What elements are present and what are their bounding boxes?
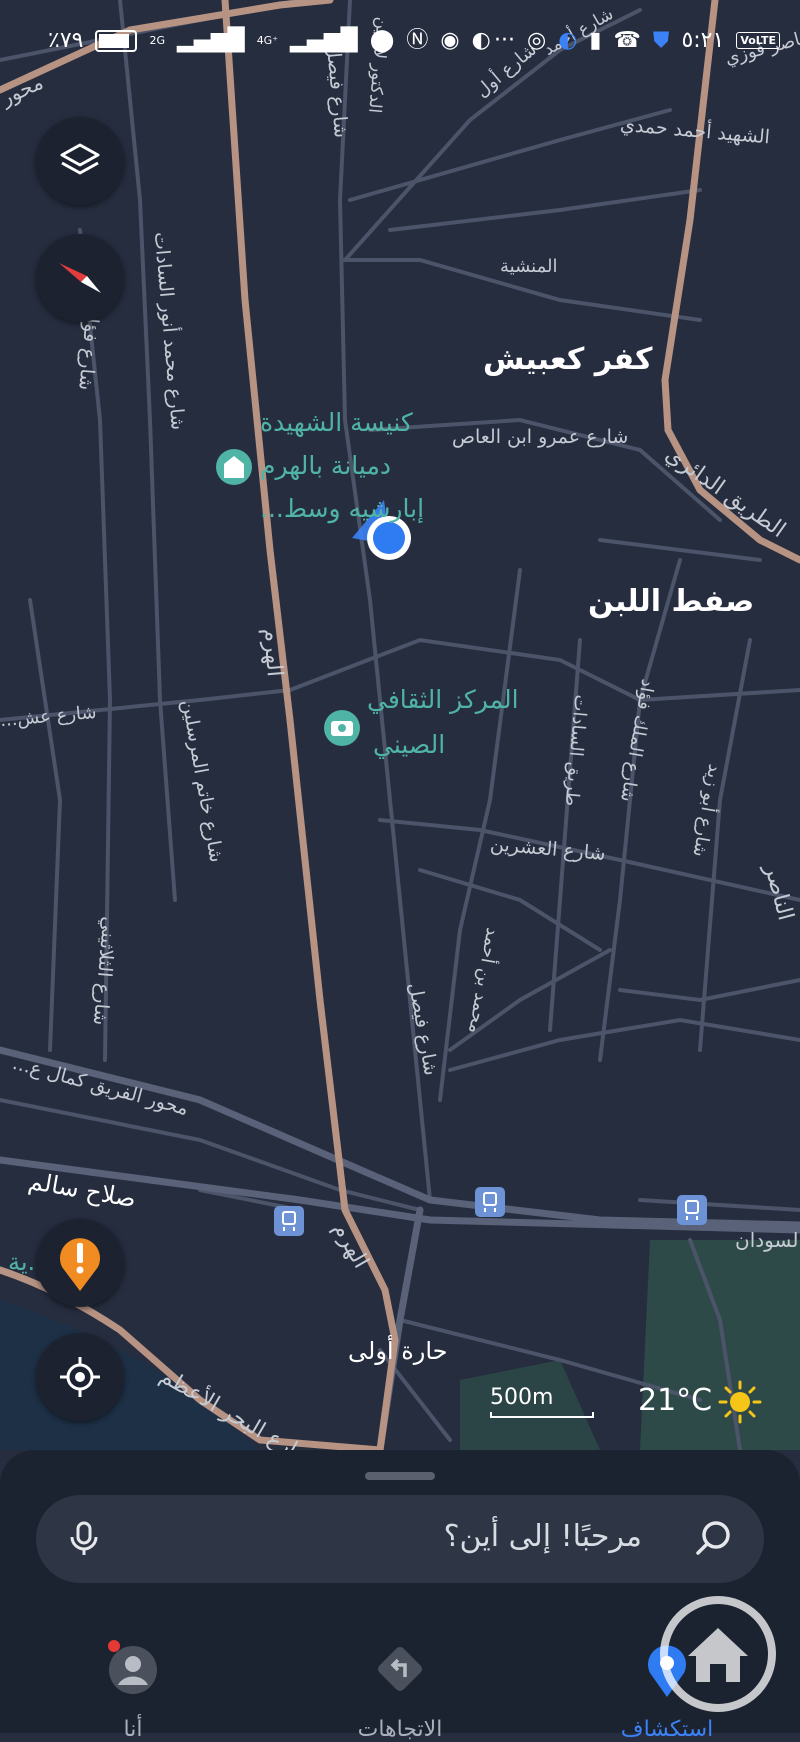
poi-label[interactable]: دميانة بالهرم xyxy=(260,451,391,480)
profile-icon xyxy=(109,1646,157,1694)
directions-icon xyxy=(378,1647,422,1691)
sun-icon xyxy=(718,1380,762,1424)
instagram-icon: ◎ xyxy=(527,27,547,53)
layers-icon xyxy=(60,143,100,175)
compass-button[interactable] xyxy=(36,234,124,322)
place-label: حارة أولى xyxy=(348,1337,448,1365)
report-button[interactable] xyxy=(36,1219,124,1307)
signal-2g-label: 2G xyxy=(149,34,165,47)
notification-dot xyxy=(108,1640,120,1652)
place-label: صفط اللبن xyxy=(588,584,755,619)
search-icon[interactable] xyxy=(692,1517,736,1561)
street-label: شارع عمرو ابن العاص xyxy=(452,426,629,448)
camera-poi-icon[interactable] xyxy=(324,710,360,746)
shield-icon: ⛊ xyxy=(652,27,670,53)
more-notifications-icon: ··· xyxy=(494,28,515,53)
nav-directions-label: الاتجاهات xyxy=(357,1717,443,1742)
volte-icon: VoLTE xyxy=(736,32,780,49)
train-station-icon[interactable] xyxy=(677,1195,707,1225)
poi-label[interactable]: الصيني xyxy=(373,730,445,759)
my-location-button[interactable] xyxy=(36,1333,124,1421)
battery-percent: ٪٧٩ xyxy=(48,28,84,53)
search-placeholder: مرحبًا! إلى أين؟ xyxy=(443,1519,642,1554)
church-poi-icon[interactable] xyxy=(216,449,252,485)
search-bar[interactable]: مرحبًا! إلى أين؟ xyxy=(36,1495,764,1583)
signal-icon: ▂▄▆█ xyxy=(290,27,358,53)
signal-4g-label: 4G⁺ xyxy=(256,34,279,47)
data-saver-icon: ◐ xyxy=(471,27,491,53)
clock: ٥:٢١ xyxy=(681,28,725,53)
sheet-drag-handle[interactable] xyxy=(365,1472,435,1480)
call-icon: ☎ xyxy=(613,27,641,53)
signal-icon: ▂▄▆█ xyxy=(177,27,245,53)
place-label: المنشية xyxy=(500,256,558,277)
poi-label[interactable]: كنيسة الشهيدة xyxy=(260,408,413,437)
nfc-icon: Ⓝ xyxy=(406,27,429,53)
street-label: السودان xyxy=(735,1228,800,1252)
home-watermark-logo xyxy=(660,1596,776,1712)
messenger-icon: ◐ xyxy=(558,27,578,53)
warning-pin-icon xyxy=(60,1238,100,1291)
nav-explore-label: استكشاف xyxy=(620,1717,714,1742)
poi-label[interactable]: المركز الثقافي xyxy=(367,685,519,714)
status-bar: ٪٧٩ 2G ▂▄▆█ 4G⁺ ▂▄▆█ ⬤ Ⓝ ◉ ◐ ··· ◎ ◐ ▮ ☎… xyxy=(0,0,800,86)
train-station-icon[interactable] xyxy=(475,1187,505,1217)
microphone-icon[interactable] xyxy=(64,1519,104,1559)
scale-bar xyxy=(490,1412,594,1418)
battery-icon xyxy=(95,29,138,52)
temperature-label: 21°C xyxy=(638,1383,713,1418)
compass-icon xyxy=(59,263,101,293)
crosshair-icon xyxy=(60,1357,100,1397)
street-label: الهرم xyxy=(257,627,287,678)
eye-icon: ◉ xyxy=(440,27,460,53)
place-label: كفر كعبيش xyxy=(483,342,653,377)
layers-button[interactable] xyxy=(36,117,124,205)
poi-label[interactable]: إبارشيه وسط... xyxy=(260,494,424,523)
scale-label: 500m xyxy=(490,1385,554,1410)
train-station-icon[interactable] xyxy=(274,1206,304,1236)
location-pin-icon: ⬤ xyxy=(369,27,395,53)
alert-icon: ▮ xyxy=(589,27,602,53)
nav-me-label: أنا xyxy=(123,1717,143,1742)
